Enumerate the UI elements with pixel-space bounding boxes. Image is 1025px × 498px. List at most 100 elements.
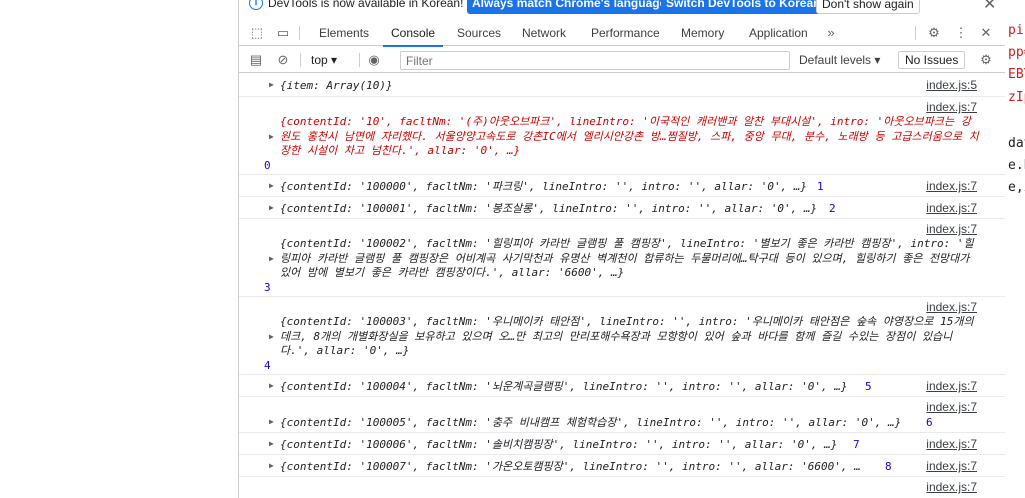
console-message[interactable]: index.js:7 ▶ {contentId: '100005', faclt… xyxy=(239,397,1005,433)
console-message[interactable]: ▶ {contentId: '100006', facltNm: '솔비치캠핑장… xyxy=(239,433,1005,455)
clear-console-icon[interactable]: ⊘ xyxy=(274,51,292,69)
message-text: {contentId: '100001', facltNm: '봉조살롱', l… xyxy=(280,202,818,215)
log-index: 7 xyxy=(853,438,860,451)
more-options-icon[interactable]: ⋮ xyxy=(952,24,970,42)
tab-console[interactable]: Console xyxy=(382,20,444,47)
message-text: {contentId: '100007', facltNm: '가온오토캠핑장'… xyxy=(280,460,860,473)
divider xyxy=(359,53,360,67)
expand-arrow-icon[interactable]: ▶ xyxy=(269,203,274,212)
log-index: 1 xyxy=(817,180,824,193)
console-message[interactable]: ▶ {contentId: '100007', facltNm: '가온오토캠핑… xyxy=(239,455,1005,477)
log-levels-label: Default levels xyxy=(799,53,872,67)
code-fragment: EBY xyxy=(1008,67,1025,82)
issues-button[interactable]: No Issues xyxy=(898,51,966,69)
code-fragment: dat xyxy=(1008,136,1025,151)
dont-show-again-button[interactable]: Don't show again xyxy=(816,0,920,14)
code-fragment: e.b xyxy=(1008,158,1025,173)
expand-arrow-icon[interactable]: ▶ xyxy=(269,381,274,390)
message-text: {contentId: '100003', facltNm: '우니메이카 태안… xyxy=(280,315,981,357)
console-log: ▶ {item: Array(10)} index.js:5 index.js:… xyxy=(239,74,1005,498)
tab-network[interactable]: Network xyxy=(522,20,566,46)
eye-icon[interactable]: ◉ xyxy=(365,51,383,69)
switch-korean-button[interactable]: Switch DevTools to Korean xyxy=(661,0,826,14)
message-text: {contentId: '100006', facltNm: '솔비치캠핑장',… xyxy=(280,438,838,451)
log-index: 3 xyxy=(264,281,271,294)
console-message[interactable]: index.js:7 ▶ {contentId: '10', facltNm: … xyxy=(239,97,1005,175)
source-link[interactable]: index.js:7 xyxy=(926,300,977,314)
infobar-message: DevTools is now available in Korean! xyxy=(268,0,464,10)
console-message[interactable]: ▶ {contentId: '100000', facltNm: '파크링', … xyxy=(239,175,1005,197)
source-link[interactable]: index.js:7 xyxy=(926,459,977,473)
message-text: {contentId: '100005', facltNm: '충주 비내캠프 … xyxy=(280,416,902,429)
chevron-down-icon: ▾ xyxy=(331,53,338,67)
log-index: 6 xyxy=(926,416,933,429)
more-tabs-icon[interactable]: » xyxy=(822,24,840,42)
panel-tabbar: ⬚ ▭ Elements Console Sources Network Per… xyxy=(239,20,1005,47)
console-message[interactable]: index.js:7 ▶ {contentId: '100003', faclt… xyxy=(239,297,1005,375)
tab-sources[interactable]: Sources xyxy=(457,20,501,46)
code-fragment: pis xyxy=(1008,23,1025,38)
info-icon: i xyxy=(249,0,263,10)
page-code-edge: pis pp= EBY zIp dat e.b e,i xyxy=(1005,0,1025,498)
divider xyxy=(299,26,300,40)
source-link[interactable]: index.js:7 xyxy=(926,179,977,193)
tab-performance[interactable]: Performance xyxy=(591,20,660,46)
match-language-button[interactable]: Always match Chrome's language xyxy=(467,0,672,14)
code-fragment: pp= xyxy=(1008,45,1025,60)
console-message[interactable]: ▶ {contentId: '100004', facltNm: '뇌운계곡글램… xyxy=(239,375,1005,397)
tab-elements[interactable]: Elements xyxy=(319,20,369,46)
expand-arrow-icon[interactable]: ▶ xyxy=(269,254,274,263)
expand-arrow-icon[interactable]: ▶ xyxy=(269,80,274,89)
context-value: top xyxy=(311,53,328,67)
source-link[interactable]: index.js:7 xyxy=(926,100,977,114)
log-index: 8 xyxy=(885,460,892,473)
page-viewport xyxy=(0,0,238,498)
message-text: {contentId: '10', facltNm: '(주)아웃오브파크', … xyxy=(280,115,979,157)
code-fragment: zIp xyxy=(1008,90,1025,105)
console-message[interactable]: ▶ {contentId: '100001', facltNm: '봉조살롱',… xyxy=(239,197,1005,219)
sidebar-toggle-icon[interactable]: ▤ xyxy=(247,51,265,69)
language-infobar: i DevTools is now available in Korean! A… xyxy=(239,0,1005,14)
console-message[interactable]: index.js:7 ▶ {contentId: '100002', faclt… xyxy=(239,219,1005,297)
console-message[interactable]: index.js:7 xyxy=(239,477,1005,498)
expand-arrow-icon[interactable]: ▶ xyxy=(269,181,274,190)
log-index: 5 xyxy=(865,380,872,393)
log-index: 0 xyxy=(264,159,271,172)
filter-input[interactable] xyxy=(400,51,790,70)
expand-arrow-icon[interactable]: ▶ xyxy=(269,439,274,448)
log-index: 4 xyxy=(264,359,271,372)
source-link[interactable]: index.js:7 xyxy=(926,400,977,414)
context-selector[interactable]: top ▾ xyxy=(311,47,337,73)
source-link[interactable]: index.js:7 xyxy=(926,480,977,494)
tab-memory[interactable]: Memory xyxy=(681,20,724,46)
expand-arrow-icon[interactable]: ▶ xyxy=(269,332,274,341)
divider xyxy=(915,26,916,40)
device-toolbar-icon[interactable]: ▭ xyxy=(274,24,292,42)
close-icon[interactable]: ✕ xyxy=(983,0,996,14)
expand-arrow-icon[interactable]: ▶ xyxy=(269,417,274,426)
source-link[interactable]: index.js:7 xyxy=(926,437,977,451)
log-index: 2 xyxy=(829,202,836,215)
source-link[interactable]: index.js:7 xyxy=(926,379,977,393)
source-link[interactable]: index.js:7 xyxy=(926,201,977,215)
gear-icon[interactable]: ⚙ xyxy=(925,24,943,42)
tab-application[interactable]: Application xyxy=(749,20,808,46)
message-text: {contentId: '100004', facltNm: '뇌운계곡글램핑'… xyxy=(280,380,848,393)
divider xyxy=(300,53,301,67)
message-text: {item: Array(10)} xyxy=(280,79,393,92)
log-levels-dropdown[interactable]: Default levels ▾ xyxy=(799,47,880,73)
source-link[interactable]: index.js:5 xyxy=(926,78,977,92)
chevron-down-icon: ▾ xyxy=(874,53,881,67)
inspect-element-icon[interactable]: ⬚ xyxy=(248,24,266,42)
source-link[interactable]: index.js:7 xyxy=(926,222,977,236)
console-toolbar: ▤ ⊘ top ▾ ◉ Default levels ▾ No Issues ⚙ xyxy=(239,47,1005,73)
expand-arrow-icon[interactable]: ▶ xyxy=(269,461,274,470)
message-text: {contentId: '100000', facltNm: '파크링', li… xyxy=(280,180,808,193)
console-settings-icon[interactable]: ⚙ xyxy=(977,51,995,69)
close-devtools-icon[interactable]: ✕ xyxy=(977,24,995,42)
expand-arrow-icon[interactable]: ▶ xyxy=(269,132,274,141)
console-message[interactable]: ▶ {item: Array(10)} index.js:5 xyxy=(239,74,1005,97)
code-fragment: e,i xyxy=(1008,180,1025,195)
devtools-panel: i DevTools is now available in Korean! A… xyxy=(238,0,1005,498)
message-text: {contentId: '100002', facltNm: '힐링피아 카라반… xyxy=(280,237,977,279)
